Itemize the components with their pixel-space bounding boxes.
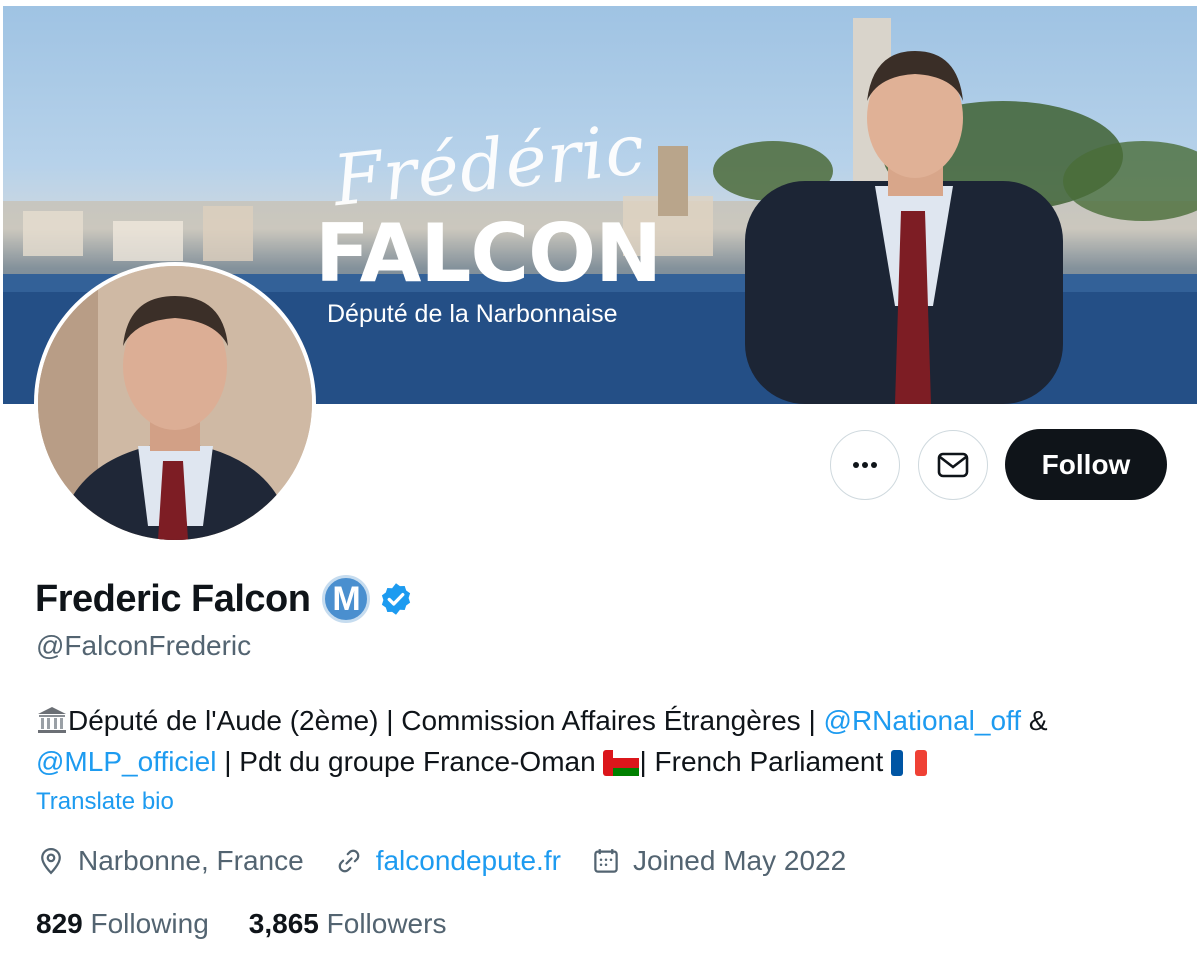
- profile-avatar[interactable]: [34, 262, 316, 544]
- followers-count: 3,865: [248, 908, 319, 939]
- affiliation-badge[interactable]: M: [322, 575, 371, 623]
- more-options-button[interactable]: [830, 430, 900, 500]
- mention-mlp[interactable]: @MLP_officiel: [36, 746, 216, 777]
- profile-handle: @FalconFrederic: [36, 630, 252, 661]
- link-icon: [338, 849, 360, 873]
- banner-subtitle: Député de la Narbonnaise: [327, 300, 618, 328]
- bio-text-1: Député de l'Aude (2ème) | Commission Aff…: [68, 705, 816, 736]
- followers-stat[interactable]: 3,865 Followers: [249, 908, 447, 940]
- name-row: Frederic Falcon M: [35, 574, 414, 624]
- avatar-photo: [38, 266, 312, 540]
- following-stat[interactable]: 829 Following: [36, 908, 209, 940]
- display-name: Frederic Falcon: [35, 577, 311, 620]
- location-pin-icon: [41, 847, 61, 875]
- profile-bio: Député de l'Aude (2ème) | Commission Aff…: [36, 700, 1156, 782]
- location-text: Narbonne, France: [78, 845, 304, 876]
- message-button[interactable]: [918, 430, 988, 500]
- website-link[interactable]: falcondepute.fr: [376, 845, 561, 877]
- verified-badge-icon[interactable]: [378, 581, 414, 617]
- more-icon: [853, 462, 877, 468]
- france-flag-icon: [891, 750, 928, 776]
- joined-item: Joined May 2022: [591, 845, 846, 877]
- following-label: Following: [90, 908, 209, 939]
- mention-rnational[interactable]: @RNational_off: [824, 705, 1022, 736]
- banner-title: FALCON: [315, 207, 662, 300]
- followers-label: Followers: [326, 908, 447, 939]
- follow-stats: 829 Following 3,865 Followers: [36, 908, 486, 940]
- profile-meta: Narbonne, France falcondepute.fr Joined …: [36, 845, 876, 877]
- follow-button[interactable]: Follow: [1005, 429, 1167, 500]
- translate-bio-link[interactable]: Translate bio: [36, 788, 174, 816]
- website-item: falcondepute.fr: [334, 845, 561, 877]
- joined-text: Joined May 2022: [632, 845, 847, 876]
- classical-building-icon: [38, 707, 66, 733]
- following-count: 829: [36, 908, 83, 939]
- bio-text-2: | Pdt du groupe France-Oman: [224, 746, 596, 777]
- oman-flag-icon: [603, 750, 640, 776]
- calendar-icon: [594, 849, 618, 873]
- location-item: Narbonne, France: [36, 845, 304, 877]
- envelope-icon: [937, 452, 969, 478]
- bio-ampersand: &: [1028, 705, 1048, 736]
- bio-text-3: | French Parliament: [639, 746, 884, 777]
